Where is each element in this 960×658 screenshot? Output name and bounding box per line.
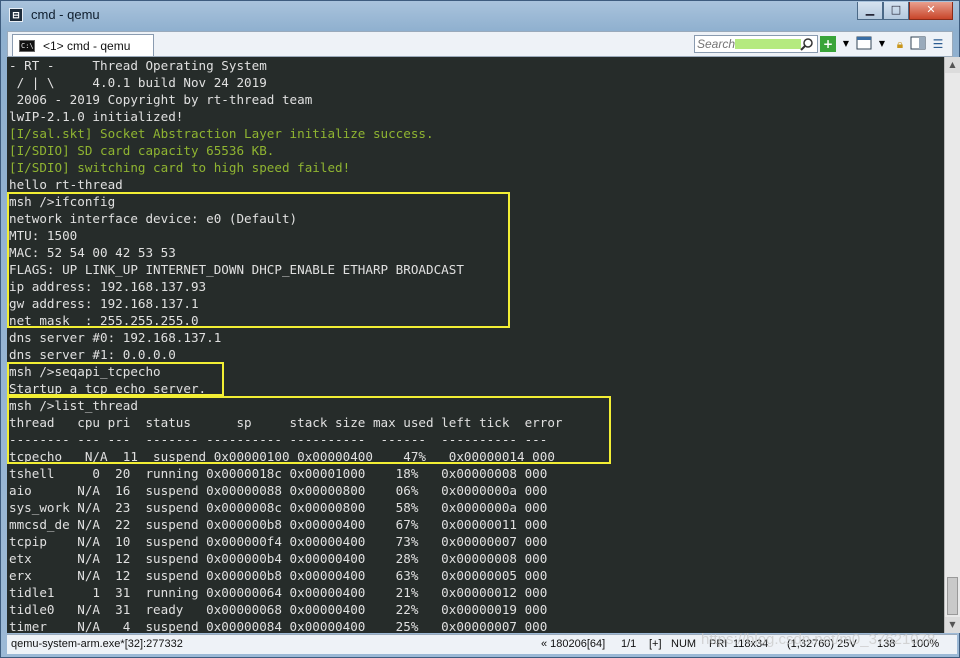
console-line: gw address: 192.168.137.1 — [9, 296, 199, 311]
console-line: tidle1 1 31 running 0x00000064 0x0000040… — [9, 585, 548, 600]
console-line: [I/SDIO] SD card capacity 65536 KB. — [9, 143, 275, 158]
window-controls: ▁ □ ✕ — [857, 2, 953, 20]
console-line: MTU: 1500 — [9, 228, 78, 243]
console-line: - RT - Thread Operating System — [9, 58, 267, 73]
status-plus[interactable]: [+] — [649, 638, 662, 650]
search-box[interactable] — [694, 35, 818, 53]
console-line: FLAGS: UP LINK_UP INTERNET_DOWN DHCP_ENA… — [9, 262, 464, 277]
chevron-down-icon-2[interactable]: ▼ — [874, 36, 890, 52]
vertical-scrollbar[interactable]: ▲ ▼ — [944, 57, 960, 633]
scroll-thumb[interactable] — [947, 577, 958, 615]
chevron-down-icon[interactable]: ▼ — [838, 36, 854, 52]
console-output[interactable]: - RT - Thread Operating System / | \ 4.0… — [7, 57, 944, 633]
maximize-button[interactable]: □ — [883, 2, 909, 20]
console-line: [I/SDIO] switching card to high speed fa… — [9, 160, 351, 175]
split-view-icon[interactable] — [910, 36, 926, 52]
console-line: etx N/A 12 suspend 0x000000b4 0x00000400… — [9, 551, 548, 566]
toolbar: C:\ <1> cmd - qemu + ▼ ▼ 🔒︎ ☰ — [7, 31, 953, 57]
title-bar[interactable]: ⊟ cmd - qemu ▁ □ ✕ — [1, 1, 959, 29]
console-line: erx N/A 12 suspend 0x000000b8 0x00000400… — [9, 568, 548, 583]
console-line: dns server #0: 192.168.137.1 — [9, 330, 222, 345]
console-line: hello rt-thread — [9, 177, 123, 192]
console-line: / | \ 4.0.1 build Nov 24 2019 — [9, 75, 267, 90]
console-line: thread cpu pri status sp stack size max … — [9, 415, 563, 430]
lock-icon[interactable]: 🔒︎ — [892, 36, 908, 52]
search-icon[interactable] — [800, 37, 814, 51]
console-line: sys_work N/A 23 suspend 0x0000008c 0x000… — [9, 500, 548, 515]
status-page: 1/1 — [621, 638, 637, 650]
menu-icon[interactable]: ☰ — [930, 36, 946, 52]
console-line: mmcsd_de N/A 22 suspend 0x000000b8 0x000… — [9, 517, 548, 532]
console-line: msh />seqapi_tcpecho — [9, 364, 161, 379]
console-line: network interface device: e0 (Default) — [9, 211, 298, 226]
console-line: MAC: 52 54 00 42 53 53 — [9, 245, 176, 260]
console-line: tcpecho_ N/A 11 suspend 0x00000100 0x000… — [9, 449, 555, 464]
window-title: cmd - qemu — [31, 7, 100, 22]
console-line: [I/sal.skt] Socket Abstraction Layer ini… — [9, 126, 434, 141]
console-line: tcpip N/A 10 suspend 0x000000f4 0x000004… — [9, 534, 548, 549]
tab-label: <1> cmd - qemu — [43, 38, 131, 53]
console-line: timer N/A 4 suspend 0x00000084 0x0000040… — [9, 619, 548, 633]
console-line: 2006 - 2019 Copyright by rt-thread team — [9, 92, 313, 107]
console-line: tshell 0 20 running 0x0000018c 0x0000100… — [9, 466, 548, 481]
console-line: lwIP-2.1.0 initialized! — [9, 109, 184, 124]
search-input[interactable] — [697, 37, 797, 51]
status-process[interactable]: qemu-system-arm.exe*[32]:277332 — [11, 638, 183, 650]
console-line: msh />list_thread — [9, 398, 138, 413]
console-line: tidle0 N/A 31 ready 0x00000068 0x0000040… — [9, 602, 548, 617]
scroll-up-icon[interactable]: ▲ — [945, 57, 960, 73]
console-app-icon[interactable]: ⊟ — [9, 8, 23, 22]
console-line: -------- --- --- ------- ---------- ----… — [9, 432, 548, 447]
minimize-button[interactable]: ▁ — [857, 2, 883, 20]
watermark: https://blog.csdn.net/m0_37621078 — [701, 631, 936, 648]
status-num: NUM — [671, 638, 697, 650]
scroll-down-icon[interactable]: ▼ — [945, 617, 960, 633]
close-button[interactable]: ✕ — [909, 2, 953, 20]
terminal-icon: C:\ — [19, 39, 35, 52]
console-line: msh />ifconfig — [9, 194, 116, 209]
new-console-icon[interactable]: + — [820, 36, 836, 52]
console-lines: - RT - Thread Operating System / | \ 4.0… — [9, 57, 563, 633]
console-line: dns server #1: 0.0.0.0 — [9, 347, 176, 362]
status-position: « 180206[64] — [541, 638, 606, 650]
tab-console-1[interactable]: C:\ <1> cmd - qemu — [12, 34, 154, 56]
console-line: ip address: 192.168.137.93 — [9, 279, 207, 294]
console-line: Startup a tcp echo server. — [9, 381, 207, 396]
app-window: ⊟ cmd - qemu ▁ □ ✕ C:\ <1> cmd - qemu + … — [0, 0, 960, 658]
console-line: aio N/A 16 suspend 0x00000088 0x00000800… — [9, 483, 548, 498]
console-line: net mask : 255.255.255.0 — [9, 313, 199, 328]
terminal-view-icon[interactable] — [856, 36, 872, 52]
